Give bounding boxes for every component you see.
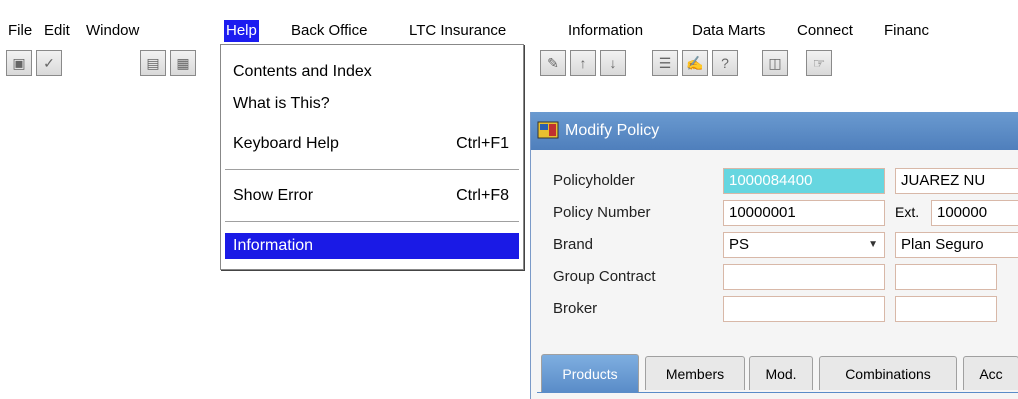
document-icon[interactable]: ◫ bbox=[762, 50, 788, 76]
menu-file[interactable]: File bbox=[6, 20, 34, 42]
window-titlebar[interactable]: Modify Policy bbox=[531, 112, 1018, 150]
menu-bar: File Edit Window Help Back Office LTC In… bbox=[0, 0, 1018, 42]
up-arrow-icon[interactable]: ↑ bbox=[570, 50, 596, 76]
help-menu-item-label: Contents and Index bbox=[233, 63, 372, 80]
broker-label: Broker bbox=[553, 300, 598, 317]
ext-field[interactable]: 100000 bbox=[931, 200, 1018, 226]
menu-back-office[interactable]: Back Office bbox=[289, 20, 369, 42]
help-menu-item-label: Show Error bbox=[233, 187, 314, 204]
chevron-down-icon[interactable]: ▼ bbox=[868, 233, 878, 257]
help-icon[interactable]: ? bbox=[712, 50, 738, 76]
modify-policy-window: Modify Policy Policyholder 1000084400 JU… bbox=[530, 112, 1018, 399]
list-icon[interactable]: ☰ bbox=[652, 50, 678, 76]
ext-label: Ext. bbox=[895, 204, 920, 220]
menu-window[interactable]: Window bbox=[84, 20, 141, 42]
menu-financ[interactable]: Financ bbox=[882, 20, 931, 42]
menu-separator bbox=[225, 169, 519, 171]
window-app-icon bbox=[537, 121, 559, 139]
menu-information[interactable]: Information bbox=[566, 20, 645, 42]
window-title: Modify Policy bbox=[565, 122, 660, 139]
broker-field[interactable] bbox=[723, 296, 885, 322]
policy-form: Policyholder 1000084400 JUAREZ NU Policy… bbox=[537, 160, 1018, 360]
tab-mod[interactable]: Mod. bbox=[749, 356, 813, 390]
policyholder-name-field[interactable]: JUAREZ NU bbox=[895, 168, 1018, 194]
help-menu-item-information[interactable]: Information bbox=[225, 233, 519, 259]
help-menu-item-label: Keyboard Help bbox=[233, 135, 339, 152]
policy-tabs: Products Members Mod. Combinations Acc bbox=[537, 352, 1018, 399]
policy-number-label: Policy Number bbox=[553, 204, 651, 221]
broker-name-field[interactable] bbox=[895, 296, 997, 322]
check-icon[interactable]: ✓ bbox=[36, 50, 62, 76]
help-menu-item-label: What is This? bbox=[233, 95, 330, 112]
help-menu-item-what-is-this[interactable]: What is This? bbox=[225, 91, 519, 117]
tab-acc[interactable]: Acc bbox=[963, 356, 1018, 390]
brand-name-field[interactable]: Plan Seguro bbox=[895, 232, 1018, 258]
help-menu-item-show-error[interactable]: Show Error Ctrl+F8 bbox=[225, 183, 519, 209]
clear-icon[interactable]: ✎ bbox=[540, 50, 566, 76]
policyholder-label: Policyholder bbox=[553, 172, 635, 189]
tab-combinations[interactable]: Combinations bbox=[819, 356, 957, 390]
help-menu-item-shortcut: Ctrl+F1 bbox=[456, 135, 509, 152]
menu-edit[interactable]: Edit bbox=[42, 20, 72, 42]
hand-icon[interactable]: ☞ bbox=[806, 50, 832, 76]
down-arrow-icon[interactable]: ↓ bbox=[600, 50, 626, 76]
help-menu-item-contents[interactable]: Contents and Index bbox=[225, 59, 519, 85]
help-menu-item-label: Information bbox=[233, 237, 314, 254]
help-menu-dropdown: Contents and Index What is This? Keyboar… bbox=[220, 44, 524, 270]
brand-code: PS bbox=[729, 236, 750, 253]
group-contract-label: Group Contract bbox=[553, 268, 656, 285]
window-icon[interactable]: ▦ bbox=[170, 50, 196, 76]
brand-label: Brand bbox=[553, 236, 594, 253]
tab-members[interactable]: Members bbox=[645, 356, 745, 390]
policy-number-field[interactable]: 10000001 bbox=[723, 200, 885, 226]
group-contract-field[interactable] bbox=[723, 264, 885, 290]
menu-help[interactable]: Help bbox=[224, 20, 259, 42]
menu-connect[interactable]: Connect bbox=[795, 20, 855, 42]
edit-icon[interactable]: ✍ bbox=[682, 50, 708, 76]
tab-products[interactable]: Products bbox=[541, 354, 639, 392]
menu-separator bbox=[225, 221, 519, 223]
brand-select[interactable]: PS ▼ bbox=[723, 232, 885, 258]
help-menu-item-shortcut: Ctrl+F8 bbox=[456, 187, 509, 204]
save-icon[interactable]: ▣ bbox=[6, 50, 32, 76]
print-icon[interactable]: ▤ bbox=[140, 50, 166, 76]
menu-ltc-insurance[interactable]: LTC Insurance bbox=[407, 20, 508, 42]
tab-divider bbox=[537, 392, 1018, 393]
menu-data-marts[interactable]: Data Marts bbox=[690, 20, 767, 42]
group-contract-name-field[interactable] bbox=[895, 264, 997, 290]
policyholder-id-field[interactable]: 1000084400 bbox=[723, 168, 885, 194]
help-menu-item-keyboard-help[interactable]: Keyboard Help Ctrl+F1 bbox=[225, 131, 519, 157]
